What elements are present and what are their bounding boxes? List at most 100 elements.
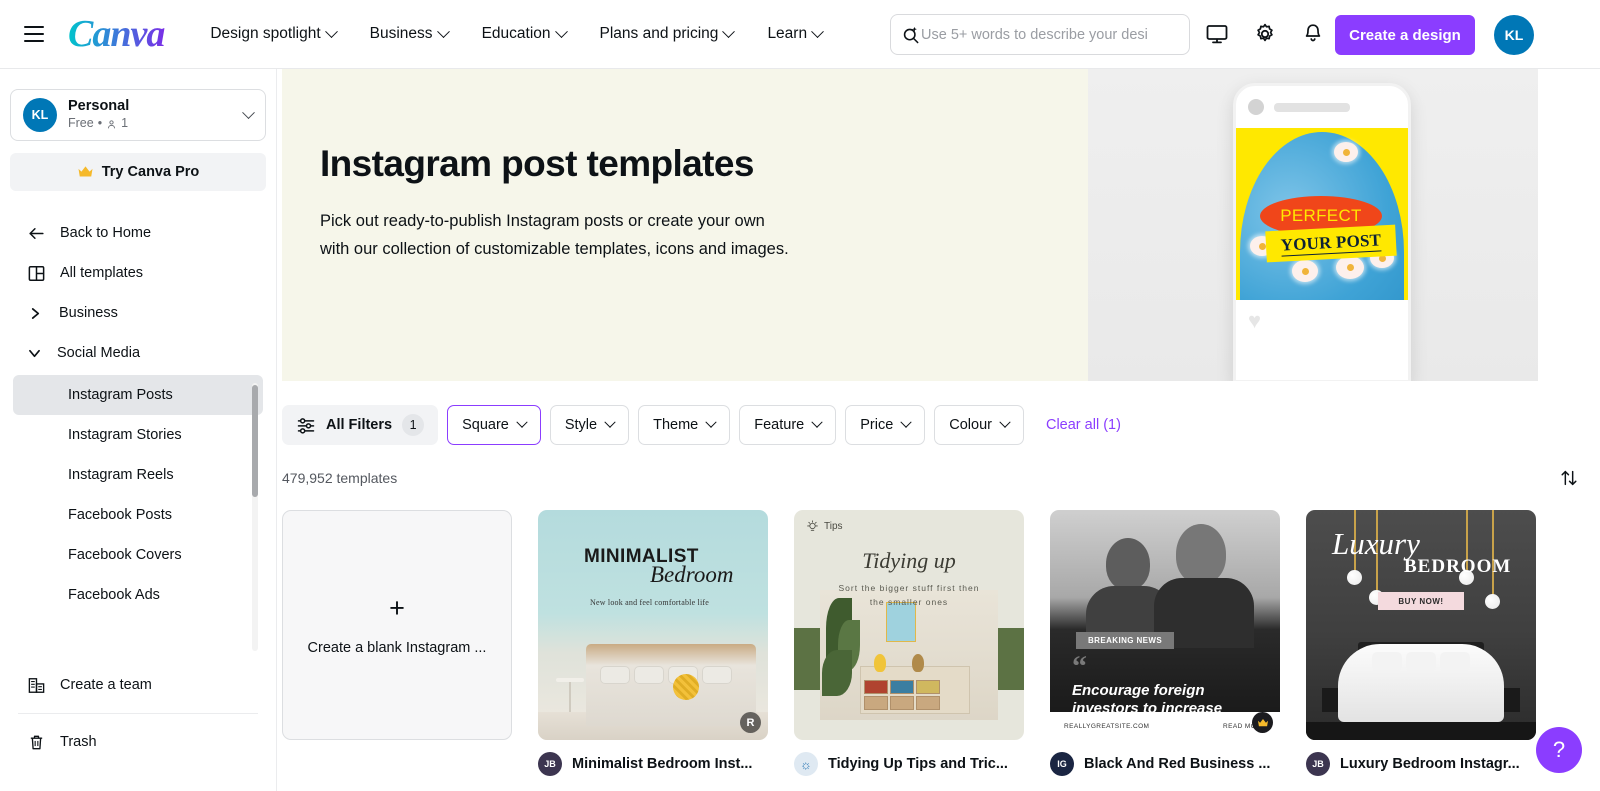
sliders-icon (296, 415, 316, 435)
filter-chip-label: Colour (949, 417, 992, 433)
template-card: Tips Tidying up Sort the bigger stuff fi… (794, 510, 1024, 776)
hero-subtitle-line2: with our collection of customizable temp… (320, 235, 880, 263)
bell-icon[interactable] (1299, 20, 1327, 48)
filter-chip-theme[interactable]: Theme (638, 405, 730, 445)
create-a-design-button[interactable]: Create a design (1335, 15, 1475, 55)
search-input[interactable] (921, 27, 1171, 43)
account-text: Personal Free • 1 (68, 97, 244, 133)
artwork-script: Bedroom (650, 562, 733, 588)
top-header: Canva Design spotlight Business Educatio… (0, 0, 1600, 69)
flower-center (1343, 149, 1350, 156)
pillow-shape (1372, 652, 1402, 672)
sidebar-item-all-templates[interactable]: All templates (0, 253, 276, 293)
create-blank-label: Create a blank Instagram ... (308, 640, 487, 656)
hero-text: Instagram post templates Pick out ready-… (282, 69, 1088, 381)
hero-subtitle: Pick out ready-to-publish Instagram post… (320, 207, 880, 263)
sidebar-item-facebook-covers[interactable]: Facebook Covers (13, 535, 263, 575)
phone-post-header (1236, 86, 1408, 128)
headline-line-1: Encourage foreign (1072, 682, 1262, 700)
user-avatar[interactable]: KL (1494, 15, 1534, 55)
filter-chip-square[interactable]: Square (447, 405, 541, 445)
sidebar-group-social-media[interactable]: Social Media (0, 333, 276, 373)
canva-logo[interactable]: Canva (68, 15, 168, 53)
sidebar-item-instagram-posts[interactable]: Instagram Posts (13, 375, 263, 415)
template-title[interactable]: Tidying Up Tips and Tric... (828, 756, 1008, 772)
filter-chip-label: Feature (754, 417, 804, 433)
clear-all-filters-link[interactable]: Clear all (1) (1046, 417, 1121, 433)
phone-post-image: PERFECT YOUR POST (1236, 128, 1408, 300)
account-avatar: KL (23, 98, 57, 132)
pillow-shape (702, 666, 732, 684)
search-box[interactable] (890, 14, 1190, 55)
sidebar-divider (18, 713, 258, 714)
sidebar-item-label: Facebook Ads (68, 587, 160, 603)
template-card: MINIMALIST Bedroom New look and feel com… (538, 510, 768, 776)
filter-chip-price[interactable]: Price (845, 405, 925, 445)
hamburger-icon[interactable] (18, 18, 50, 50)
template-title[interactable]: Black And Red Business ... (1084, 756, 1270, 772)
template-thumbnail[interactable]: BREAKING NEWS “ Encourage foreign invest… (1050, 510, 1280, 740)
pro-label: Try Canva Pro (102, 164, 200, 180)
filter-chip-feature[interactable]: Feature (739, 405, 836, 445)
sidebar-item-create-a-team[interactable]: Create a team (0, 665, 276, 705)
buy-now-label: BUY NOW! (1398, 597, 1443, 606)
sidebar-subitems-scroll: Instagram Posts Instagram Stories Instag… (0, 375, 276, 661)
sidebar-item-instagram-stories[interactable]: Instagram Stories (13, 415, 263, 455)
main-content: Instagram post templates Pick out ready-… (277, 69, 1600, 791)
all-filters-button[interactable]: All Filters 1 (282, 405, 438, 445)
drawer-shape (890, 696, 914, 710)
sidebar-item-facebook-posts[interactable]: Facebook Posts (13, 495, 263, 535)
filter-chip-label: Price (860, 417, 893, 433)
vase-shape (874, 654, 886, 672)
help-button[interactable]: ? (1536, 727, 1582, 773)
filter-chip-style[interactable]: Style (550, 405, 629, 445)
template-thumbnail[interactable]: Luxury BEDROOM BUY NOW! (1306, 510, 1536, 740)
account-switcher[interactable]: KL Personal Free • 1 (10, 89, 266, 141)
sidebar: KL Personal Free • 1 Try Canva Pro Back … (0, 69, 277, 791)
results-count: 479,952 templates (282, 470, 397, 486)
sidebar-item-trash[interactable]: Trash (0, 722, 276, 762)
sidebar-item-instagram-reels[interactable]: Instagram Reels (13, 455, 263, 495)
all-filters-label: All Filters (326, 417, 392, 433)
artwork-photo (820, 590, 998, 720)
try-canva-pro-button[interactable]: Try Canva Pro (10, 153, 266, 191)
nav-item-design-spotlight[interactable]: Design spotlight (210, 25, 335, 43)
sidebar-item-facebook-ads[interactable]: Facebook Ads (13, 575, 263, 615)
chevron-down-icon (516, 417, 527, 428)
avatar: JB (1306, 752, 1330, 776)
plant-shape (822, 650, 852, 696)
phone-post-footer: ♥ (1236, 300, 1408, 370)
sidebar-item-back-to-home[interactable]: Back to Home (0, 213, 276, 253)
footer-left-text: REALLYGREATSITE.COM (1064, 723, 1149, 730)
sidebar-item-label: Instagram Stories (68, 427, 182, 443)
chevron-down-icon (555, 25, 568, 38)
filter-chip-colour[interactable]: Colour (934, 405, 1024, 445)
chevron-down-icon (325, 25, 338, 38)
nav-item-education[interactable]: Education (482, 25, 566, 43)
template-thumbnail[interactable]: MINIMALIST Bedroom New look and feel com… (538, 510, 768, 740)
sort-arrows-icon[interactable] (1558, 467, 1580, 489)
trash-icon (26, 732, 46, 752)
quote-mark-icon: “ (1072, 656, 1087, 677)
nav-item-learn[interactable]: Learn (767, 25, 822, 43)
gear-icon[interactable] (1251, 20, 1279, 48)
template-title[interactable]: Luxury Bedroom Instagr... (1340, 756, 1520, 772)
crown-icon (1257, 718, 1269, 728)
sidebar-group-business[interactable]: Business (0, 293, 276, 333)
monitor-icon[interactable] (1203, 20, 1231, 48)
buy-now-ribbon: BUY NOW! (1378, 592, 1464, 610)
sidebar-scrollbar-thumb[interactable] (252, 385, 258, 497)
create-blank-design-button[interactable]: + Create a blank Instagram ... (282, 510, 512, 740)
pro-badge: R (740, 712, 761, 733)
drawer-shape (916, 696, 940, 710)
template-meta: IG Black And Red Business ... (1050, 752, 1280, 776)
artwork-tagline: New look and feel comfortable life (590, 598, 709, 607)
nav-label: Business (370, 25, 433, 43)
template-thumbnail[interactable]: Tips Tidying up Sort the bigger stuff fi… (794, 510, 1024, 740)
nav-item-plans-and-pricing[interactable]: Plans and pricing (600, 25, 734, 43)
template-title[interactable]: Minimalist Bedroom Inst... (572, 756, 752, 772)
nav-item-business[interactable]: Business (370, 25, 448, 43)
sidebar-item-label: Create a team (60, 677, 152, 693)
account-plan: Free (68, 115, 94, 133)
bust-shape (912, 654, 924, 672)
